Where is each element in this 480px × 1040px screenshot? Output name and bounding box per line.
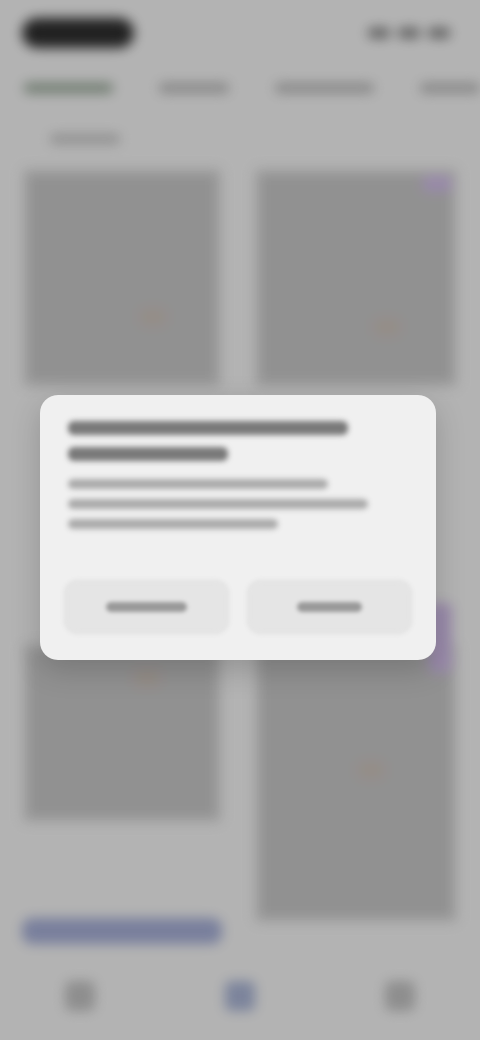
dialog-secondary-button[interactable] xyxy=(64,580,229,634)
dialog-title-line xyxy=(68,421,348,435)
dialog-primary-button[interactable] xyxy=(247,580,412,634)
dialog-buttons xyxy=(64,580,412,634)
dialog-primary-label-placeholder xyxy=(296,602,363,612)
dialog-secondary-label-placeholder xyxy=(105,602,188,612)
dialog-text-line xyxy=(68,479,328,489)
dialog-message-text xyxy=(68,539,69,540)
phone-screen xyxy=(0,0,480,1040)
dialog-title-text xyxy=(68,539,69,540)
dialog-title-line xyxy=(68,447,228,461)
dialog-body xyxy=(40,395,436,561)
dialog-text-line xyxy=(68,519,278,529)
modal-dialog xyxy=(40,395,436,660)
dialog-text-line xyxy=(68,499,368,509)
